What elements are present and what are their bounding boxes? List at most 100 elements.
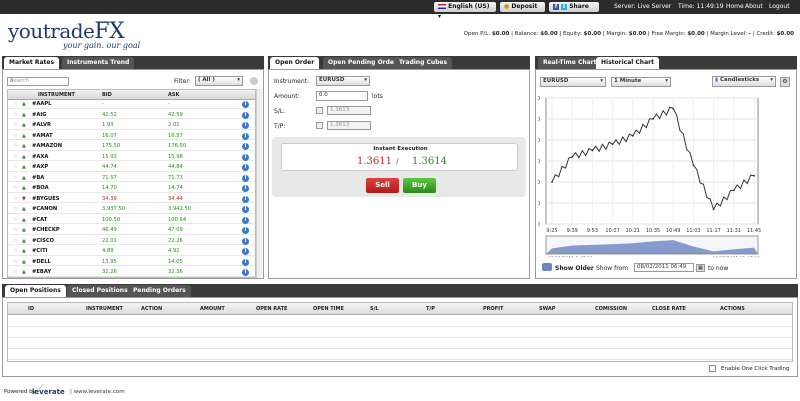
column-header[interactable]: AMOUNT [200, 303, 225, 315]
deposit-button[interactable]: ● Deposit [500, 2, 545, 12]
info-icon[interactable]: i [242, 164, 249, 171]
tab-trading-cubes[interactable]: Trading Cubes [394, 57, 453, 69]
column-header[interactable]: OPEN RATE [256, 303, 287, 315]
column-header[interactable]: CLOSE RATE [652, 303, 686, 315]
tab-closed-positions[interactable]: Closed Positions [67, 285, 133, 297]
share-button[interactable]: f t Share [549, 2, 599, 12]
info-icon[interactable]: i [242, 122, 249, 129]
price-chart[interactable]: 1.3650 1.3640 1.3630 1.3620 1.3610 1.3600 1.35… [538, 92, 794, 257]
home-link[interactable]: Home [726, 2, 744, 12]
info-icon[interactable]: i [242, 216, 249, 224]
column-header[interactable]: ID [28, 303, 34, 315]
info-icon[interactable]: i [242, 101, 249, 108]
chart-style-select[interactable]: ▮ Candlesticks ▾ [712, 76, 776, 87]
tab-realtime-chart[interactable]: Real-Time Chart [538, 57, 602, 69]
chart-symbol-select[interactable]: EURUSD ▾ [540, 77, 606, 87]
rates-row[interactable]: ☆ ▲ #AMAT 16.07 16.57 i [8, 132, 255, 141]
favorite-star-icon[interactable]: ☆ [13, 237, 18, 246]
info-icon[interactable]: i [242, 269, 249, 276]
rates-row[interactable]: ☆ ▲ #CITI 4.89 4.92 i [8, 247, 255, 256]
favorite-star-icon[interactable]: ☆ [13, 142, 18, 151]
favorite-star-icon[interactable]: ☆ [13, 100, 18, 109]
tp-field[interactable]: 1.3613 [327, 121, 371, 130]
column-header[interactable]: OPEN TIME [313, 303, 344, 315]
column-header[interactable]: T/P [426, 303, 435, 315]
column-header[interactable]: SWAP [539, 303, 555, 315]
show-from-field[interactable]: 08/02/2011 06:49 [634, 263, 694, 272]
search-input[interactable]: Search [7, 77, 69, 86]
info-icon[interactable]: i [242, 174, 249, 182]
favorite-star-icon[interactable]: ☆ [13, 226, 18, 235]
rates-row[interactable]: ☆ ▲ #BA 71.57 71.73 i [8, 174, 255, 183]
info-icon[interactable]: i [242, 258, 249, 266]
language-select[interactable]: English (US) ▾ [434, 2, 496, 20]
info-icon[interactable]: i [242, 248, 249, 255]
info-icon[interactable]: i [242, 143, 249, 150]
sl-field[interactable]: 1.3613 [327, 106, 371, 115]
tab-market-rates[interactable]: Market Rates [4, 57, 60, 69]
one-click-checkbox[interactable] [709, 365, 716, 372]
rates-row[interactable]: ☆ ▲ #CISCO 22.01 22.26 i [8, 237, 255, 246]
column-header[interactable]: ACTION [141, 303, 162, 315]
calendar-icon[interactable]: ▦ [696, 264, 705, 272]
chart-settings-icon[interactable]: ⚙ [780, 77, 790, 87]
rates-row[interactable]: ☆ ▲ #BOA 14.70 14.74 i [8, 184, 255, 193]
rates-row[interactable]: ☆ ▲ #CAT 100.50 100.64 i [8, 216, 255, 225]
tab-open-pending-order[interactable]: Open Pending Order [323, 57, 402, 69]
rates-row[interactable]: ☆ ▲ #AMAZON 175.50 176.50 i [8, 142, 255, 151]
rates-row[interactable]: ☆ ▲ #DELL 13.95 14.05 i [8, 258, 255, 267]
column-header[interactable]: INSTRUMENT [86, 303, 123, 315]
amount-field[interactable]: 0.0 [316, 91, 368, 101]
favorite-star-icon[interactable]: ☆ [13, 184, 18, 193]
column-header[interactable]: PROFIT [483, 303, 503, 315]
refresh-icon[interactable] [250, 77, 258, 85]
rates-row[interactable]: ☆ ▲ #AAPL - - i [8, 100, 255, 109]
favorite-star-icon[interactable]: ☆ [13, 216, 18, 225]
info-icon[interactable]: i [242, 132, 249, 140]
favorite-star-icon[interactable]: ☆ [13, 163, 18, 172]
favorite-star-icon[interactable]: ☆ [13, 121, 18, 130]
instrument-select[interactable]: EURUSD ▾ [316, 76, 370, 86]
tab-historical-chart[interactable]: Historical Chart [596, 57, 659, 69]
rates-row[interactable]: ☆ ▲ #CHECKP 46.49 47.09 i [8, 226, 255, 235]
buy-button[interactable]: Buy [403, 178, 436, 193]
logout-link[interactable]: Logout [769, 2, 790, 12]
rates-row[interactable]: ☆ ▲ #ALVR 1.93 2.01 i [8, 121, 255, 130]
favorite-star-icon[interactable]: ☆ [13, 111, 18, 120]
favorite-star-icon[interactable]: ☆ [13, 195, 18, 204]
sl-checkbox[interactable] [316, 107, 323, 114]
show-older-icon[interactable] [542, 263, 552, 271]
info-icon[interactable]: i [242, 185, 249, 192]
favorite-star-icon[interactable]: ☆ [13, 247, 18, 256]
tab-pending-orders[interactable]: Pending Orders [128, 285, 191, 297]
column-header[interactable]: S/L [370, 303, 379, 315]
rates-row[interactable]: ☆ ▲ #AXA 15.93 15.98 i [8, 153, 255, 162]
tp-checkbox[interactable] [316, 122, 323, 129]
info-icon[interactable]: i [242, 153, 249, 161]
tab-open-order[interactable]: Open Order [270, 57, 320, 69]
info-icon[interactable]: i [242, 195, 249, 203]
favorite-star-icon[interactable]: ☆ [13, 174, 18, 183]
info-icon[interactable]: i [242, 237, 249, 245]
column-header[interactable]: COMISSION [595, 303, 627, 315]
rates-scrollbar[interactable] [256, 89, 262, 278]
rates-row[interactable]: ☆ ▲ #AXP 44.74 44.84 i [8, 163, 255, 172]
rates-row[interactable]: ☆ ▲ #CANON 3,937.50 3,942.50 i [8, 205, 255, 214]
rates-row[interactable]: ☆ ▲ #EBAY 32.26 32.36 i [8, 268, 255, 277]
rates-row[interactable]: ☆ ▲ #AIG 42.52 42.59 i [8, 111, 255, 120]
favorite-star-icon[interactable]: ☆ [13, 258, 18, 267]
chart-interval-select[interactable]: 1 Minute ▾ [611, 77, 671, 87]
about-link[interactable]: About [745, 2, 763, 12]
show-older-button[interactable]: Show Older [555, 265, 594, 272]
rates-row[interactable]: ☆ ▼ #BYGUES 34.39 34.44 i [8, 195, 255, 204]
info-icon[interactable]: i [242, 227, 249, 234]
column-header[interactable]: ACTIONS [720, 303, 745, 315]
info-icon[interactable]: i [242, 111, 249, 119]
filter-select[interactable]: ( All ) ▾ [195, 76, 243, 86]
favorite-star-icon[interactable]: ☆ [13, 132, 18, 141]
favorite-star-icon[interactable]: ☆ [13, 205, 18, 214]
tab-open-positions[interactable]: Open Positions [5, 285, 66, 297]
favorite-star-icon[interactable]: ☆ [13, 153, 18, 162]
tab-instruments-trend[interactable]: Instruments Trend [62, 57, 135, 69]
info-icon[interactable]: i [242, 206, 249, 213]
